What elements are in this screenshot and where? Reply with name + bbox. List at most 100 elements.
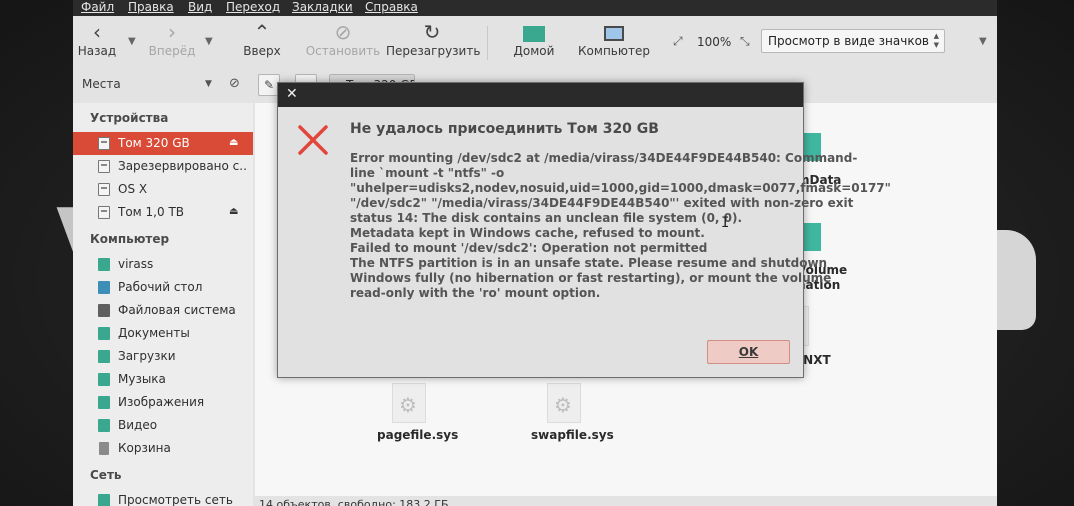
spin-arrows-icon: ▲ ▼ xyxy=(933,32,939,49)
sidebar-item-videos[interactable]: Видео xyxy=(73,414,253,437)
message-line: read-only with the 'ro' mount option. xyxy=(350,286,601,300)
file-name-pagefile[interactable]: pagefile.sys xyxy=(377,428,458,442)
menu-view[interactable]: Вид xyxy=(188,0,212,14)
sidebar-item-label: Рабочий стол xyxy=(118,280,203,294)
error-x-icon xyxy=(298,125,328,155)
sidebar-item-trash[interactable]: Корзина xyxy=(73,437,253,460)
downloads-folder-icon xyxy=(98,350,110,363)
stop-label: Остановить xyxy=(305,44,381,58)
stop-icon: ⊘ xyxy=(334,20,352,44)
sidebar-item-volume-320gb[interactable]: Том 320 GB ⏏ xyxy=(73,132,253,155)
toolbar-separator xyxy=(487,26,488,60)
file-icon[interactable]: ⚙ xyxy=(392,383,426,423)
up-label: Вверх xyxy=(243,44,281,58)
sidebar-item-label: Загрузки xyxy=(118,349,176,363)
sidebar-item-documents[interactable]: Документы xyxy=(73,322,253,345)
message-line: Error mounting /dev/sdc2 at /media/viras… xyxy=(350,151,858,165)
forward-label: Вперёд xyxy=(148,44,196,58)
sidebar-item-label: Изображения xyxy=(118,395,205,409)
close-sidebar-icon[interactable]: ⊘ xyxy=(229,76,240,91)
text-cursor-icon: I xyxy=(721,215,730,231)
stop-button[interactable]: ⊘ Остановить xyxy=(305,20,381,66)
menu-bookmarks[interactable]: Закладки xyxy=(292,0,353,14)
pictures-folder-icon xyxy=(98,396,110,409)
status-bar: 14 объектов, свободно: 183,2 ГБ xyxy=(255,496,997,506)
message-line: The NTFS partition is in an unsafe state… xyxy=(350,256,828,270)
menu-go[interactable]: Переход xyxy=(226,0,280,14)
home-button[interactable]: Домой xyxy=(509,20,559,66)
sidebar-item-reserved[interactable]: Зарезервировано с... xyxy=(73,155,253,178)
message-line: line `mount -t "ntfs" -o xyxy=(350,166,505,180)
message-line: "uhelper=udisks2,nodev,nosuid,uid=1000,g… xyxy=(350,181,891,195)
sidebar-header-computer: Компьютер xyxy=(90,232,170,246)
forward-history-dropdown-icon[interactable]: ▼ xyxy=(205,36,213,47)
gear-icon: ⚙ xyxy=(554,393,572,417)
dialog-title: Не удалось присоединить Том 320 GB xyxy=(350,121,659,137)
sidebar-item-label: Видео xyxy=(118,418,158,432)
sidebar-item-label: Том 320 GB xyxy=(118,136,190,150)
message-line: Failed to mount '/dev/sdc2': Operation n… xyxy=(350,241,708,255)
videos-folder-icon xyxy=(98,419,110,432)
sidebar-item-label: Просмотреть сеть xyxy=(118,493,233,506)
menu-file[interactable]: Файл xyxy=(81,0,114,14)
back-button[interactable]: ‹ Назад xyxy=(75,20,119,66)
desktop-icon xyxy=(98,281,110,294)
toolbar: ‹ Назад ▼ › Вперёд ▼ ⌃ Вверх ⊘ Остановит… xyxy=(73,16,997,68)
close-icon[interactable]: ✕ xyxy=(286,86,298,102)
toolbar-overflow-icon[interactable]: ▼ xyxy=(979,36,987,47)
music-folder-icon xyxy=(98,373,110,386)
computer-button[interactable]: Компьютер xyxy=(577,20,651,66)
message-line: Windows fully (no hibernation or fast re… xyxy=(350,271,832,285)
trash-icon xyxy=(99,442,109,455)
sidebar-item-label: Файловая система xyxy=(118,303,236,317)
up-button[interactable]: ⌃ Вверх xyxy=(239,20,285,66)
message-line: "/dev/sdc2" "/media/virass/34DE44F9DE44B… xyxy=(350,196,854,210)
back-history-dropdown-icon[interactable]: ▼ xyxy=(128,36,136,47)
places-sidebar: Устройства Том 320 GB ⏏ Зарезервировано … xyxy=(73,103,253,506)
ok-button[interactable]: OK xyxy=(707,340,790,364)
reload-label: Перезагрузить xyxy=(386,44,481,58)
menu-edit[interactable]: Правка xyxy=(128,0,174,14)
sidebar-header-network: Сеть xyxy=(90,468,122,482)
places-dropdown-icon[interactable]: ▼ xyxy=(205,79,212,89)
chevron-right-icon: › xyxy=(168,20,176,44)
sidebar-item-osx[interactable]: OS X xyxy=(73,178,253,201)
sidebar-item-pictures[interactable]: Изображения xyxy=(73,391,253,414)
computer-label: Компьютер xyxy=(578,44,650,58)
gear-icon: ⚙ xyxy=(399,393,417,417)
drive-icon xyxy=(98,160,110,173)
zoom-in-icon[interactable]: ⤡ xyxy=(740,34,750,49)
sidebar-item-music[interactable]: Музыка xyxy=(73,368,253,391)
menubar: Файл Правка Вид Переход Закладки Справка xyxy=(73,0,997,16)
filesystem-icon xyxy=(98,304,110,317)
chevron-left-icon: ‹ xyxy=(93,20,101,44)
home-folder-icon xyxy=(509,20,559,44)
sidebar-item-home[interactable]: virass xyxy=(73,253,253,276)
forward-button[interactable]: › Вперёд xyxy=(145,20,199,66)
eject-icon[interactable]: ⏏ xyxy=(229,137,238,148)
back-label: Назад xyxy=(77,44,117,58)
sidebar-item-label: virass xyxy=(118,257,154,271)
drive-icon xyxy=(98,183,110,196)
reload-button[interactable]: ↻ Перезагрузить xyxy=(386,20,481,66)
drive-icon xyxy=(98,137,110,150)
file-icon[interactable]: ⚙ xyxy=(547,383,581,423)
view-mode-select[interactable]: Просмотр в виде значков ▲ ▼ xyxy=(761,29,945,53)
sidebar-item-filesystem[interactable]: Файловая система xyxy=(73,299,253,322)
sidebar-item-downloads[interactable]: Загрузки xyxy=(73,345,253,368)
sidebar-item-label: Корзина xyxy=(118,441,171,455)
drive-icon xyxy=(98,206,110,219)
sidebar-item-label: Том 1,0 ТВ xyxy=(118,205,184,219)
chevron-up-icon: ⌃ xyxy=(253,20,271,44)
documents-folder-icon xyxy=(98,327,110,340)
menu-help[interactable]: Справка xyxy=(365,0,418,14)
sidebar-item-desktop[interactable]: Рабочий стол xyxy=(73,276,253,299)
sidebar-item-label: Документы xyxy=(118,326,190,340)
sidebar-item-browse-network[interactable]: Просмотреть сеть xyxy=(73,489,253,506)
sidebar-item-volume-1tb[interactable]: Том 1,0 ТВ ⏏ xyxy=(73,201,253,224)
eject-icon[interactable]: ⏏ xyxy=(229,206,238,217)
dialog-titlebar: ✕ xyxy=(278,83,803,107)
zoom-out-icon[interactable]: ⤢ xyxy=(673,34,683,49)
file-name-swapfile[interactable]: swapfile.sys xyxy=(531,428,614,442)
reload-icon: ↻ xyxy=(423,20,441,44)
